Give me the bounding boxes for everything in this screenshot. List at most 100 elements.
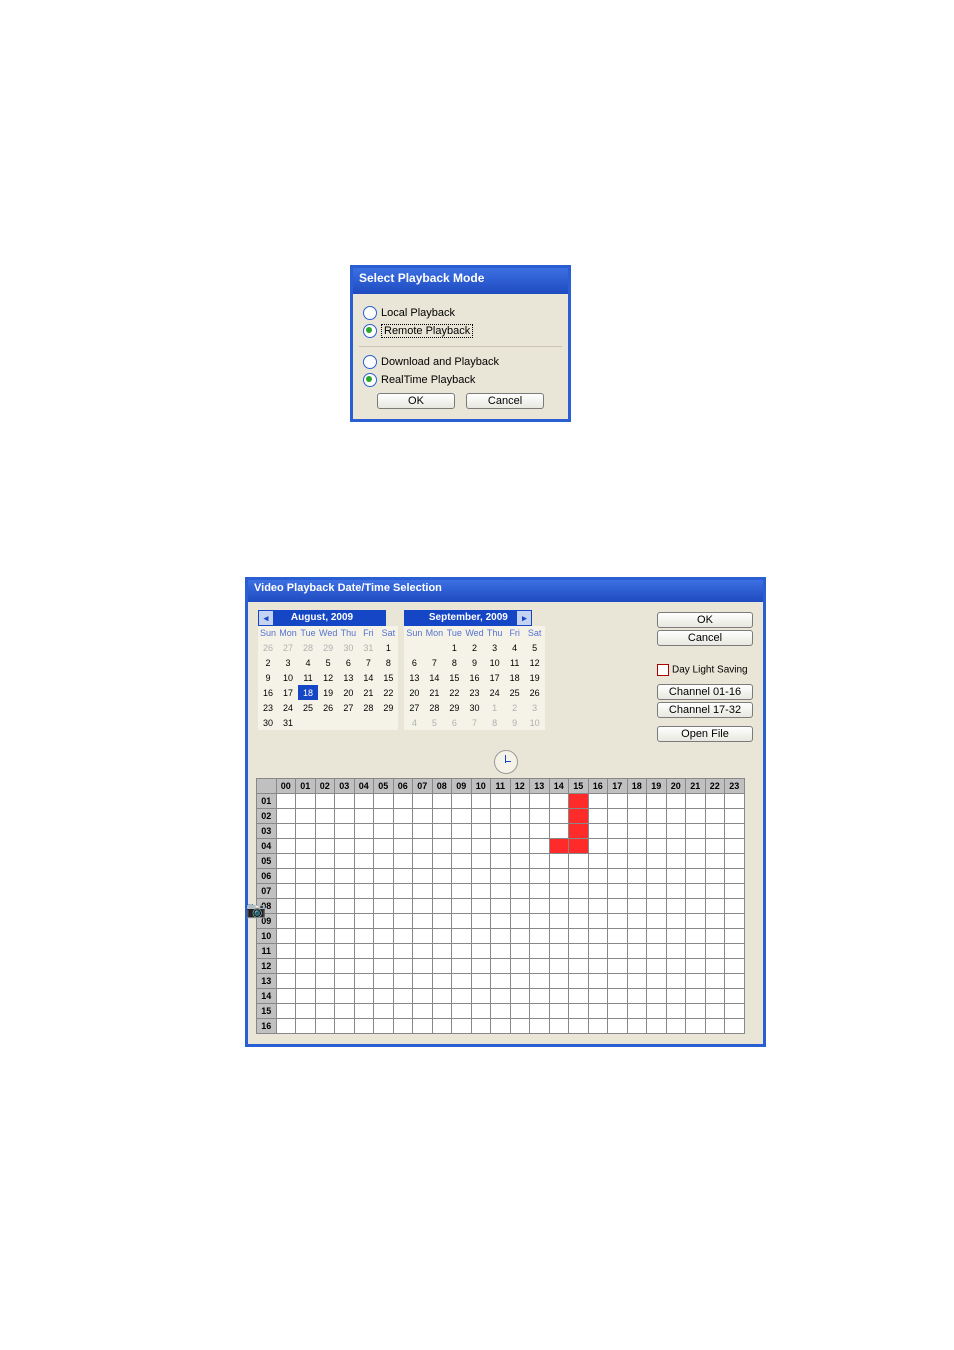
timeline-cell[interactable] [510, 854, 530, 869]
timeline-cell[interactable] [354, 1004, 374, 1019]
timeline-cell[interactable] [588, 794, 608, 809]
timeline-cell[interactable] [296, 914, 316, 929]
timeline-cell[interactable] [471, 959, 491, 974]
calendar-day[interactable]: 25 [505, 685, 525, 700]
timeline-cell[interactable] [686, 869, 706, 884]
timeline-cell[interactable] [491, 959, 511, 974]
timeline-cell[interactable] [335, 929, 355, 944]
timeline-cell[interactable] [549, 989, 569, 1004]
timeline-cell[interactable] [432, 899, 452, 914]
timeline-cell[interactable] [413, 914, 433, 929]
timeline-cell[interactable] [530, 914, 550, 929]
timeline-cell[interactable] [569, 824, 589, 839]
timeline-cell[interactable] [549, 959, 569, 974]
timeline-cell[interactable] [452, 899, 472, 914]
timeline-cell[interactable] [725, 989, 745, 1004]
calendar-day[interactable]: 5 [318, 655, 338, 670]
timeline-cell[interactable] [296, 1004, 316, 1019]
timeline-cell[interactable] [491, 944, 511, 959]
timeline-cell[interactable] [276, 794, 296, 809]
calendar-day[interactable] [338, 715, 358, 730]
timeline-cell[interactable] [666, 929, 686, 944]
calendar-day[interactable]: 1 [378, 640, 398, 655]
timeline-cell[interactable] [510, 809, 530, 824]
channel-header[interactable]: 15 [257, 1004, 277, 1019]
timeline-cell[interactable] [608, 839, 628, 854]
timeline-cell[interactable] [296, 944, 316, 959]
timeline-cell[interactable] [432, 854, 452, 869]
timeline-cell[interactable] [354, 989, 374, 1004]
timeline-cell[interactable] [471, 974, 491, 989]
timeline-cell[interactable] [549, 929, 569, 944]
timeline-cell[interactable] [686, 809, 706, 824]
timeline-cell[interactable] [666, 989, 686, 1004]
calendar-day[interactable]: 9 [464, 655, 484, 670]
timeline-cell[interactable] [471, 854, 491, 869]
channel-header[interactable]: 04 [257, 839, 277, 854]
timeline-cell[interactable] [296, 929, 316, 944]
timeline-cell[interactable] [510, 1004, 530, 1019]
prev-month-button[interactable]: ◂ [259, 611, 273, 625]
timeline-cell[interactable] [452, 944, 472, 959]
timeline-cell[interactable] [354, 809, 374, 824]
calendar-day[interactable]: 7 [424, 655, 444, 670]
timeline-cell[interactable] [413, 974, 433, 989]
timeline-cell[interactable] [549, 884, 569, 899]
timeline-cell[interactable] [471, 914, 491, 929]
calendar-day[interactable]: 20 [404, 685, 424, 700]
channel-header[interactable]: 14 [257, 989, 277, 1004]
timeline-cell[interactable] [647, 869, 667, 884]
timeline-cell[interactable] [725, 899, 745, 914]
calendar-day[interactable]: 29 [318, 640, 338, 655]
timeline-cell[interactable] [471, 824, 491, 839]
timeline-cell[interactable] [471, 1004, 491, 1019]
timeline-cell[interactable] [627, 929, 647, 944]
timeline-cell[interactable] [510, 914, 530, 929]
timeline-cell[interactable] [491, 884, 511, 899]
timeline-cell[interactable] [686, 944, 706, 959]
timeline-cell[interactable] [354, 914, 374, 929]
channel-header[interactable]: 06 [257, 869, 277, 884]
timeline-cell[interactable] [725, 974, 745, 989]
timeline-cell[interactable] [452, 929, 472, 944]
calendar-day[interactable]: 31 [358, 640, 378, 655]
calendar-day[interactable]: 20 [338, 685, 358, 700]
timeline-cell[interactable] [569, 959, 589, 974]
timeline-cell[interactable] [335, 1019, 355, 1034]
timeline-cell[interactable] [647, 929, 667, 944]
timeline-cell[interactable] [608, 989, 628, 1004]
timeline-cell[interactable] [393, 1004, 413, 1019]
timeline-cell[interactable] [588, 884, 608, 899]
timeline-cell[interactable] [354, 974, 374, 989]
timeline-cell[interactable] [549, 974, 569, 989]
timeline-cell[interactable] [666, 869, 686, 884]
calendar-day[interactable]: 24 [278, 700, 298, 715]
timeline-cell[interactable] [647, 989, 667, 1004]
timeline-cell[interactable] [393, 929, 413, 944]
timeline-cell[interactable] [354, 854, 374, 869]
timeline-cell[interactable] [569, 1019, 589, 1034]
timeline-cell[interactable] [647, 854, 667, 869]
timeline-cell[interactable] [666, 884, 686, 899]
timeline-cell[interactable] [413, 884, 433, 899]
calendar-day[interactable]: 22 [444, 685, 464, 700]
timeline-cell[interactable] [647, 794, 667, 809]
timeline-cell[interactable] [315, 854, 335, 869]
timeline-cell[interactable] [608, 854, 628, 869]
timeline-cell[interactable] [374, 794, 394, 809]
timeline-cell[interactable] [315, 794, 335, 809]
timeline-cell[interactable] [452, 1004, 472, 1019]
timeline-cell[interactable] [276, 869, 296, 884]
timeline-cell[interactable] [725, 854, 745, 869]
timeline-cell[interactable] [432, 1004, 452, 1019]
timeline-cell[interactable] [647, 944, 667, 959]
channel-header[interactable]: 11 [257, 944, 277, 959]
calendar-day[interactable]: 7 [464, 715, 484, 730]
calendar-day[interactable]: 3 [485, 640, 505, 655]
timeline-cell[interactable] [296, 869, 316, 884]
timeline-cell[interactable] [354, 944, 374, 959]
calendar-day[interactable]: 26 [318, 700, 338, 715]
timeline-cell[interactable] [276, 1004, 296, 1019]
timeline-cell[interactable] [549, 914, 569, 929]
calendar-day[interactable]: 22 [378, 685, 398, 700]
